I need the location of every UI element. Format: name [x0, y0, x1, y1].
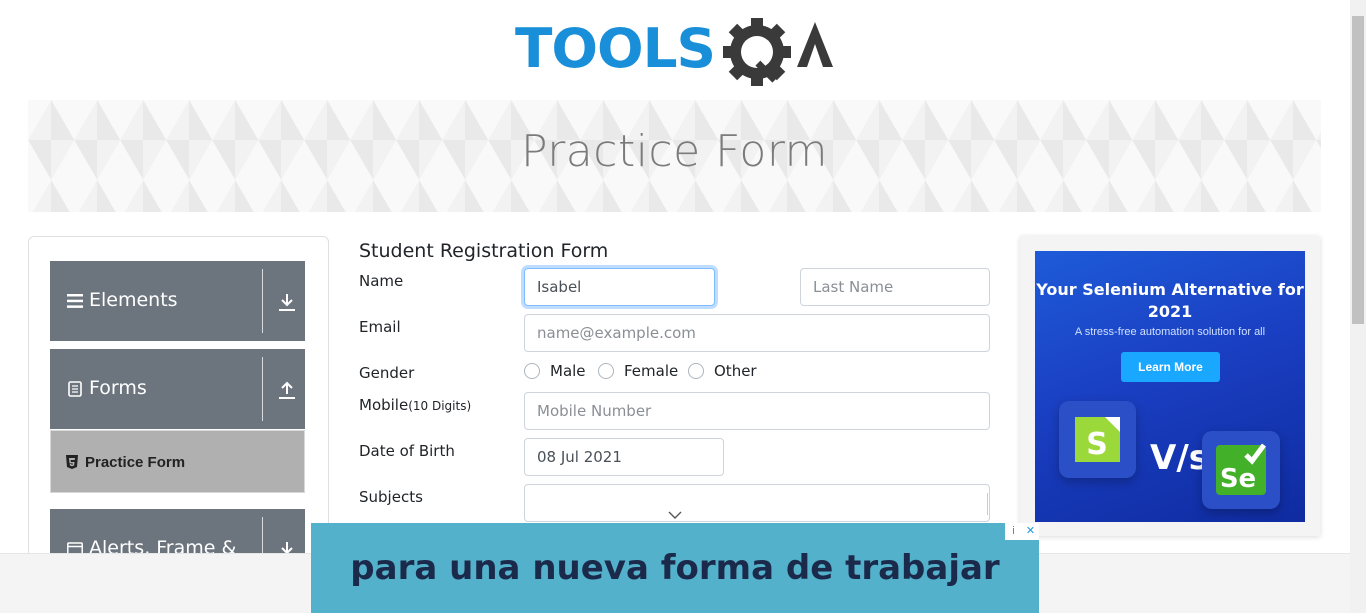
date-of-birth-input[interactable] [524, 438, 724, 476]
ad-title: Your Selenium Alternative for 2021 [1036, 280, 1304, 321]
svg-text:S: S [1086, 427, 1108, 462]
sidebar-group-forms[interactable]: Forms [50, 349, 305, 429]
mobile-label: Mobile(10 Digits) [359, 396, 471, 414]
page-banner: Practice Form [28, 100, 1321, 212]
vertical-scrollbar[interactable] [1350, 0, 1366, 613]
radio-button[interactable] [524, 363, 540, 379]
form-title: Student Registration Form [359, 240, 609, 262]
versus-text: V/s [1150, 438, 1209, 478]
gender-radio-male[interactable]: Male [524, 362, 586, 380]
divider [987, 493, 988, 515]
first-name-input[interactable] [524, 268, 715, 306]
chevron-down-icon[interactable] [668, 511, 682, 519]
sidebar-item-label: Practice Form [85, 454, 186, 471]
subjects-label: Subjects [359, 488, 423, 506]
svg-text:Se: Se [1220, 464, 1256, 494]
katalon-icon: S [1075, 417, 1120, 462]
ad-text: para una nueva forma de trabajar [350, 548, 1000, 588]
scrollbar-thumb[interactable] [1352, 16, 1364, 324]
close-icon[interactable]: ✕ [1022, 523, 1039, 540]
html5-icon [66, 455, 78, 469]
upload-arrow-icon[interactable] [276, 379, 298, 401]
learn-more-button[interactable]: Learn More [1121, 352, 1220, 382]
menu-icon [67, 294, 83, 308]
subjects-input[interactable] [524, 484, 990, 522]
last-name-input[interactable] [800, 268, 990, 306]
radio-label: Male [550, 362, 586, 380]
selenium-icon: Se [1216, 443, 1266, 495]
email-input[interactable] [524, 314, 990, 352]
ad-info-icon[interactable]: i [1005, 523, 1022, 540]
sidebar-group-elements[interactable]: Elements [50, 261, 305, 341]
radio-button[interactable] [688, 363, 704, 379]
sidebar-item-practice-form[interactable]: Practice Form [50, 430, 305, 493]
selenium-alternative-ad[interactable]: Your Selenium Alternative for 2021 A str… [1035, 251, 1305, 522]
radio-label: Female [624, 362, 679, 380]
radio-label: Other [714, 362, 757, 380]
svg-text:TOOLS: TOOLS [515, 17, 715, 80]
gender-radio-other[interactable]: Other [688, 362, 757, 380]
sidebar-group-label: Forms [89, 377, 147, 399]
name-label: Name [359, 272, 404, 290]
document-icon [68, 381, 82, 397]
katalon-logo-tile: S [1059, 401, 1136, 478]
sidebar-group-label: Elements [89, 289, 178, 311]
dob-label: Date of Birth [359, 442, 455, 460]
mobile-input[interactable] [524, 392, 990, 430]
bottom-banner-ad[interactable]: para una nueva forma de trabajar i ✕ [311, 523, 1039, 613]
gender-label: Gender [359, 364, 415, 382]
selenium-logo-tile: Se [1202, 431, 1280, 509]
divider [262, 357, 263, 421]
mobile-hint: (10 Digits) [408, 399, 472, 413]
mobile-label-text: Mobile [359, 396, 409, 414]
radio-button[interactable] [598, 363, 614, 379]
adchoices[interactable]: i ✕ [1005, 523, 1039, 540]
email-label: Email [359, 318, 401, 336]
page-title: Practice Form [520, 126, 829, 177]
ad-subtitle: A stress-free automation solution for al… [1074, 326, 1266, 338]
gender-radio-female[interactable]: Female [598, 362, 678, 380]
divider [262, 269, 263, 333]
toolsqa-logo[interactable]: TOOLS [515, 14, 839, 92]
download-arrow-icon[interactable] [276, 291, 298, 313]
sidebar: Elements Forms Practice Form Alerts, Fra… [28, 236, 329, 566]
